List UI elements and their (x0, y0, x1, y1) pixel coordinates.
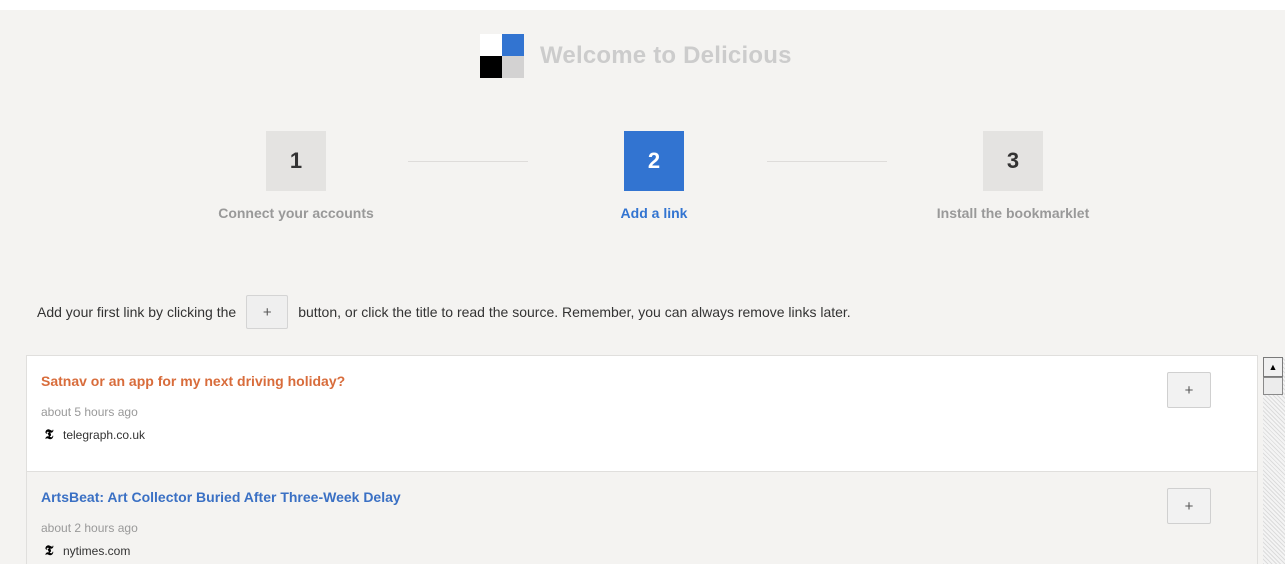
list-item: Satnav or an app for my next driving hol… (26, 355, 1258, 471)
step-add-link: 2 Add a link (534, 131, 774, 221)
source-domain: nytimes.com (63, 544, 131, 558)
step-label: Connect your accounts (218, 205, 374, 221)
add-link-button[interactable]: + (1167, 372, 1211, 408)
vertical-scrollbar[interactable]: ▲ (1263, 357, 1285, 564)
step-install-bookmarklet: 3 Install the bookmarklet (893, 131, 1133, 221)
logo-square-bottom-left (480, 56, 502, 78)
delicious-logo (480, 34, 524, 78)
source-domain: telegraph.co.uk (63, 428, 146, 442)
page-title: Welcome to Delicious (540, 42, 792, 69)
link-timestamp: about 5 hours ago (41, 405, 138, 419)
link-list: Satnav or an app for my next driving hol… (26, 355, 1258, 564)
logo-square-bottom-right (502, 56, 524, 78)
logo-square-top-right (502, 34, 524, 56)
telegraph-favicon-icon: 𝕿 (44, 427, 54, 443)
instruction-text: Add your first link by clicking the + bu… (37, 294, 851, 330)
logo-square-top-left (480, 34, 502, 56)
link-source: 𝕿 nytimes.com (41, 543, 131, 559)
link-title[interactable]: Satnav or an app for my next driving hol… (41, 373, 345, 389)
link-title[interactable]: ArtsBeat: Art Collector Buried After Thr… (41, 489, 401, 505)
inline-plus-example: + (246, 295, 289, 329)
step-number: 2 (624, 131, 684, 191)
step-label: Add a link (620, 205, 688, 221)
step-connector (767, 161, 887, 162)
instruction-after: button, or click the title to read the s… (298, 304, 851, 320)
scroll-up-arrow-icon[interactable]: ▲ (1263, 357, 1283, 377)
scroll-thumb[interactable] (1263, 377, 1283, 395)
step-number: 1 (266, 131, 326, 191)
list-item: ArtsBeat: Art Collector Buried After Thr… (26, 471, 1258, 564)
step-connector (408, 161, 528, 162)
instruction-before: Add your first link by clicking the (37, 304, 237, 320)
link-timestamp: about 2 hours ago (41, 521, 138, 535)
add-link-button[interactable]: + (1167, 488, 1211, 524)
step-number: 3 (983, 131, 1043, 191)
link-source: 𝕿 telegraph.co.uk (41, 427, 145, 443)
nytimes-favicon-icon: 𝕿 (44, 543, 54, 559)
step-label: Install the bookmarklet (936, 205, 1090, 221)
step-connect-accounts: 1 Connect your accounts (176, 131, 416, 221)
welcome-header: Welcome to Delicious (480, 34, 792, 78)
